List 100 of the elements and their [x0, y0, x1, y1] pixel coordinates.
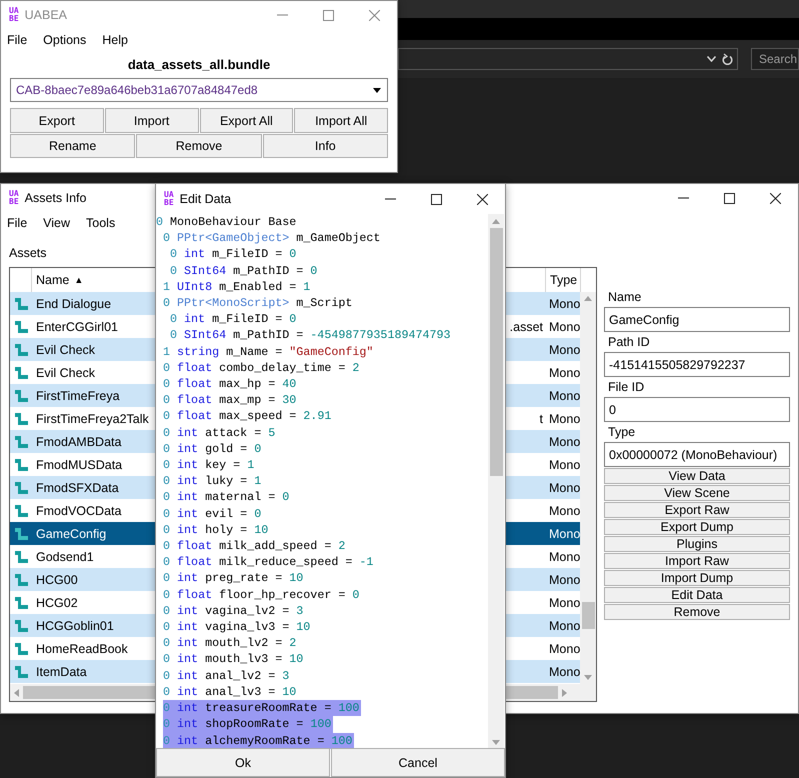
asset-type: Mono: [549, 366, 580, 380]
menu-item[interactable]: File: [7, 216, 28, 230]
maximize-icon[interactable]: [430, 194, 442, 204]
input-field[interactable]: -4151415505829792237: [604, 352, 790, 377]
code-line: 0 MonoBehaviour Base: [156, 214, 298, 230]
scroll-left-arrow-icon[interactable]: [14, 688, 19, 696]
code-line: 0 float max_mp = 30: [163, 392, 298, 408]
code-line: 0 int anal_lv3 = 10: [163, 684, 298, 700]
action-button[interactable]: View Data: [604, 468, 790, 484]
code-line: 0 int preg_rate = 10: [163, 570, 304, 587]
menu-item[interactable]: Options: [43, 33, 86, 47]
menu-item[interactable]: File: [7, 33, 28, 47]
scroll-up-arrow-icon[interactable]: [584, 296, 592, 301]
action-button[interactable]: Info: [262, 134, 388, 158]
scroll-right-arrow-icon[interactable]: [562, 688, 567, 696]
action-button[interactable]: Plugins: [604, 536, 790, 552]
app-logo: UA BE: [9, 7, 19, 23]
script-icon: [14, 458, 29, 470]
asset-type: Mono: [549, 412, 580, 426]
field-label: Type: [607, 424, 636, 441]
action-button[interactable]: Export Raw: [604, 502, 790, 518]
code-line: 0 int key = 1: [163, 457, 256, 474]
code-line: 0 float floor_hp_recover = 0: [163, 586, 360, 603]
window-title: Edit Data: [180, 192, 232, 206]
scrollbar-thumb[interactable]: [582, 602, 594, 629]
close-icon[interactable]: [770, 192, 780, 204]
script-icon: [14, 298, 29, 310]
table-cell: .asset: [510, 320, 543, 334]
app-logo: UA BE: [9, 190, 19, 206]
field-label: File ID: [607, 379, 646, 396]
action-button[interactable]: Import Dump: [604, 570, 790, 586]
maximize-icon[interactable]: [724, 192, 734, 204]
asset-type: Mono: [549, 664, 580, 678]
action-button[interactable]: Edit Data: [604, 587, 790, 603]
action-button[interactable]: Import All: [294, 108, 388, 133]
asset-name: FmodSFXData: [36, 480, 119, 494]
minimize-icon[interactable]: [678, 197, 688, 199]
asset-name: End Dialogue: [36, 296, 112, 310]
asset-name: FmodMUSData: [36, 458, 122, 472]
code-line: 0 int anal_lv2 = 3: [163, 668, 290, 684]
chevron-down-icon[interactable]: [707, 56, 716, 62]
address-field[interactable]: [398, 48, 738, 70]
asset-type: Mono: [549, 504, 580, 518]
code-line: 0 int evil = 0: [163, 506, 262, 522]
asset-name: FmodAMBData: [36, 434, 122, 448]
action-button[interactable]: Export: [10, 108, 104, 133]
asset-type: Mono: [549, 480, 580, 494]
code-line: 0 SInt64 m_PathID = 0: [170, 262, 318, 279]
script-icon: [14, 528, 29, 540]
input-field[interactable]: 0: [604, 397, 790, 422]
scroll-up-arrow-icon[interactable]: [492, 219, 500, 224]
asset-type: Mono: [549, 550, 580, 564]
script-icon: [14, 550, 29, 562]
dialog-button[interactable]: Cancel: [331, 748, 505, 777]
input-field[interactable]: 0x00000072 (MonoBehaviour): [604, 442, 790, 467]
close-icon[interactable]: [476, 194, 488, 204]
caret-icon[interactable]: [373, 88, 381, 92]
action-button[interactable]: Import Raw: [604, 553, 790, 569]
action-button[interactable]: Import: [104, 108, 198, 133]
code-line: 0 float milk_add_speed = 2: [163, 538, 346, 554]
asset-type: Mono: [549, 572, 580, 586]
action-button[interactable]: Export Dump: [604, 519, 790, 535]
scroll-down-arrow-icon[interactable]: [492, 740, 500, 745]
code-line: 0 int maternal = 0: [163, 489, 290, 506]
asset-name: HCGGoblin01: [36, 618, 114, 632]
script-icon: [14, 390, 29, 402]
action-button[interactable]: Remove: [136, 134, 262, 158]
file-dropdown[interactable]: CAB-8baec7e89a646beb31a6707a84847ed8: [10, 78, 388, 102]
script-icon: [14, 344, 29, 356]
scrollbar-thumb[interactable]: [490, 228, 502, 476]
code-line: 0 float milk_reduce_speed = -1: [163, 554, 374, 570]
menu-item[interactable]: Tools: [86, 216, 116, 230]
minimize-icon[interactable]: [384, 198, 396, 200]
action-button[interactable]: Export All: [200, 108, 294, 133]
asset-type: Mono: [549, 458, 580, 472]
dialog-button[interactable]: Ok: [156, 748, 330, 777]
code-line: 0 int attack = 5: [163, 424, 276, 441]
input-field[interactable]: GameConfig: [604, 307, 790, 332]
menu-item[interactable]: View: [43, 216, 70, 230]
vertical-scrollbar[interactable]: [580, 292, 596, 684]
search-field[interactable]: Search: [751, 48, 799, 70]
action-button[interactable]: Remove: [604, 604, 790, 620]
field-label: Path ID: [607, 334, 651, 351]
bundle-name: data_assets_all.bundle: [128, 57, 270, 72]
action-button[interactable]: View Scene: [604, 485, 790, 501]
script-icon: [14, 436, 29, 448]
scroll-down-arrow-icon[interactable]: [584, 675, 592, 680]
menu-item[interactable]: Help: [102, 33, 128, 47]
asset-name: Godsend1: [36, 550, 94, 564]
asset-name: FmodVOCData: [36, 504, 122, 518]
table-cell: t: [540, 412, 543, 426]
asset-type: Mono: [549, 434, 580, 448]
code-line: 0 int mouth_lv2 = 2: [163, 635, 298, 652]
code-line: 0 float max_hp = 40: [163, 376, 298, 392]
script-icon: [14, 412, 29, 424]
refresh-icon[interactable]: [722, 52, 733, 66]
vertical-scrollbar[interactable]: [488, 214, 504, 748]
action-button[interactable]: Rename: [10, 134, 136, 158]
asset-type: Mono: [549, 388, 580, 402]
script-icon: [14, 596, 29, 608]
